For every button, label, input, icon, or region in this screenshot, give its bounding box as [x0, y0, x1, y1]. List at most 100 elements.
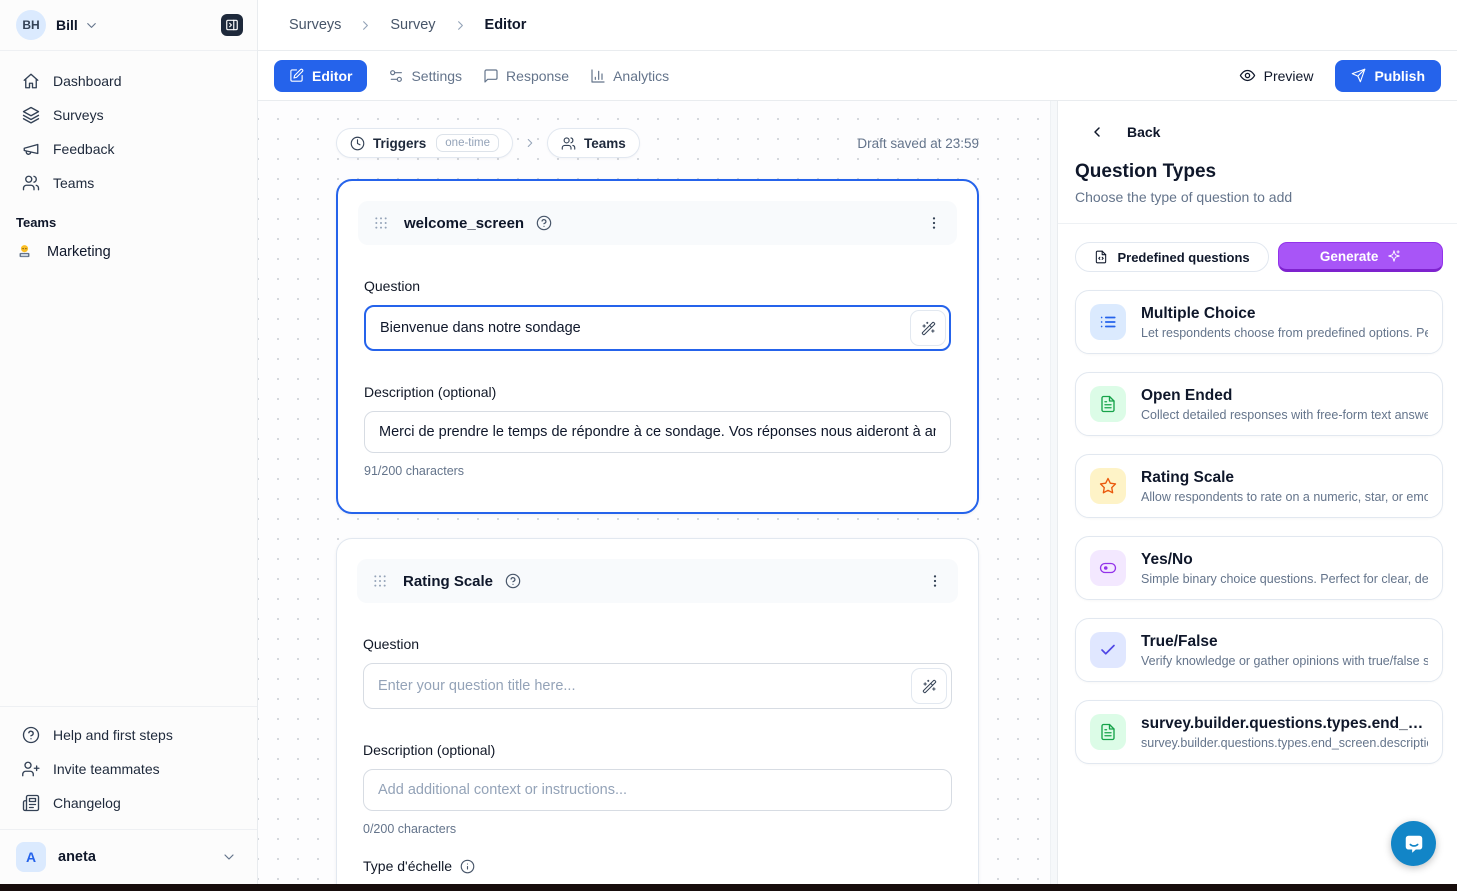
question-type-yes-no[interactable]: Yes/No Simple binary choice questions. P…	[1075, 536, 1443, 600]
question-input[interactable]	[364, 305, 951, 351]
sidebar-item-label: Surveys	[53, 107, 104, 123]
sidebar-item-marketing[interactable]: Marketing	[0, 236, 257, 267]
users-icon	[22, 174, 40, 192]
chevron-right-icon	[453, 18, 468, 33]
sparkles-icon	[1387, 249, 1401, 263]
canvas-scrollbar[interactable]	[1050, 101, 1057, 884]
publish-label: Publish	[1374, 68, 1425, 84]
question-type-rating-scale[interactable]: Rating Scale Allow respondents to rate o…	[1075, 454, 1443, 518]
org-name: aneta	[58, 849, 96, 865]
chevron-right-icon	[523, 136, 537, 150]
magic-wand-button[interactable]	[911, 668, 947, 704]
type-description: Collect detailed responses with free-for…	[1141, 408, 1428, 422]
sidebar-footer: Help and first steps Invite teammates Ch…	[0, 706, 257, 829]
divider	[1058, 223, 1457, 224]
magic-wand-button[interactable]	[910, 310, 946, 346]
window-bottom-edge	[0, 884, 1457, 891]
question-types-panel: Back Question Types Choose the type of q…	[1057, 101, 1457, 884]
collapse-sidebar-button[interactable]	[221, 14, 243, 36]
panel-title: Question Types	[1075, 161, 1443, 183]
layers-icon	[22, 106, 40, 124]
question-type-multiple-choice[interactable]: Multiple Choice Let respondents choose f…	[1075, 290, 1443, 354]
drag-handle-icon[interactable]	[373, 215, 389, 231]
star-icon	[1090, 468, 1126, 504]
sidebar-item-label: Invite teammates	[53, 761, 160, 777]
preview-button[interactable]: Preview	[1239, 67, 1314, 84]
sidebar-item-surveys[interactable]: Surveys	[12, 99, 245, 131]
type-title: Rating Scale	[1141, 469, 1428, 487]
generate-button[interactable]: Generate	[1278, 242, 1443, 272]
tab-settings[interactable]: Settings	[388, 68, 462, 84]
card-menu-icon[interactable]	[927, 573, 943, 589]
sliders-icon	[388, 68, 404, 84]
predefined-questions-label: Predefined questions	[1117, 250, 1249, 265]
tab-label: Analytics	[613, 68, 669, 84]
tab-analytics[interactable]: Analytics	[590, 68, 669, 84]
sidebar-item-help[interactable]: Help and first steps	[12, 719, 245, 751]
question-card-welcome-screen[interactable]: welcome_screen Question Description (opt…	[336, 179, 979, 514]
card-title: welcome_screen	[404, 215, 524, 232]
card-header: Rating Scale	[357, 559, 958, 603]
bar-chart-icon	[590, 68, 606, 84]
question-input[interactable]	[363, 663, 952, 709]
sidebar-item-invite[interactable]: Invite teammates	[12, 753, 245, 785]
file-text-icon	[1090, 714, 1126, 750]
technologist-emoji-icon	[16, 243, 33, 260]
drag-handle-icon[interactable]	[372, 573, 388, 589]
question-type-end-screen[interactable]: survey.builder.questions.types.end_scr..…	[1075, 700, 1443, 764]
megaphone-icon	[22, 140, 40, 158]
type-title: Yes/No	[1141, 551, 1428, 569]
type-title: Open Ended	[1141, 387, 1428, 405]
tab-editor[interactable]: Editor	[274, 60, 367, 92]
tab-label: Settings	[411, 68, 462, 84]
info-icon[interactable]	[460, 859, 475, 874]
draft-status: Draft saved at 23:59	[857, 136, 979, 151]
type-title: True/False	[1141, 633, 1428, 651]
sidebar-item-feedback[interactable]: Feedback	[12, 133, 245, 165]
scale-type-label: Type d'échelle	[363, 858, 452, 874]
panel-subtitle: Choose the type of question to add	[1075, 189, 1443, 205]
breadcrumb-survey[interactable]: Survey	[390, 17, 435, 33]
description-label: Description (optional)	[364, 384, 951, 400]
user-name[interactable]: Bill	[56, 17, 78, 33]
users-icon	[561, 136, 576, 151]
teams-pill-label: Teams	[584, 136, 626, 151]
chevron-down-icon[interactable]	[84, 18, 99, 33]
toolbar: Editor Settings Response Analytics Previ…	[258, 51, 1457, 101]
org-switcher[interactable]: A aneta	[0, 829, 257, 884]
question-type-true-false[interactable]: True/False Verify knowledge or gather op…	[1075, 618, 1443, 682]
char-count: 0/200 characters	[363, 822, 952, 836]
tab-response[interactable]: Response	[483, 68, 569, 84]
back-button[interactable]: Back	[1075, 124, 1443, 140]
sidebar-item-changelog[interactable]: Changelog	[12, 787, 245, 819]
breadcrumb-surveys[interactable]: Surveys	[289, 17, 341, 33]
sidebar-header: BH Bill	[0, 0, 257, 51]
triggers-pill[interactable]: Triggers one-time	[336, 128, 513, 158]
tab-label: Response	[506, 68, 569, 84]
help-circle-icon[interactable]	[536, 215, 552, 231]
description-input[interactable]	[364, 411, 951, 453]
description-input[interactable]	[363, 769, 952, 811]
sidebar-item-label: Feedback	[53, 141, 114, 157]
edit-icon	[289, 68, 304, 83]
publish-button[interactable]: Publish	[1335, 60, 1441, 92]
teams-pill[interactable]: Teams	[547, 128, 640, 158]
help-circle-icon[interactable]	[505, 573, 521, 589]
card-header: welcome_screen	[358, 201, 957, 245]
question-card-rating-scale[interactable]: Rating Scale Question Description (optio…	[336, 538, 979, 884]
tab-label: Editor	[312, 68, 352, 84]
list-icon	[1090, 304, 1126, 340]
question-type-open-ended[interactable]: Open Ended Collect detailed responses wi…	[1075, 372, 1443, 436]
sidebar-item-teams[interactable]: Teams	[12, 167, 245, 199]
card-menu-icon[interactable]	[926, 215, 942, 231]
trigger-type-badge: one-time	[436, 134, 499, 152]
file-code-icon	[1094, 250, 1108, 264]
predefined-questions-button[interactable]: Predefined questions	[1075, 242, 1269, 272]
sidebar: BH Bill Dashboard Surveys Feedback	[0, 0, 258, 884]
sidebar-item-dashboard[interactable]: Dashboard	[12, 65, 245, 97]
type-title: Multiple Choice	[1141, 305, 1428, 323]
type-description: Simple binary choice questions. Perfect …	[1141, 572, 1428, 586]
user-avatar[interactable]: BH	[16, 10, 46, 40]
generate-label: Generate	[1320, 249, 1379, 264]
chat-launcher-button[interactable]	[1391, 821, 1436, 866]
